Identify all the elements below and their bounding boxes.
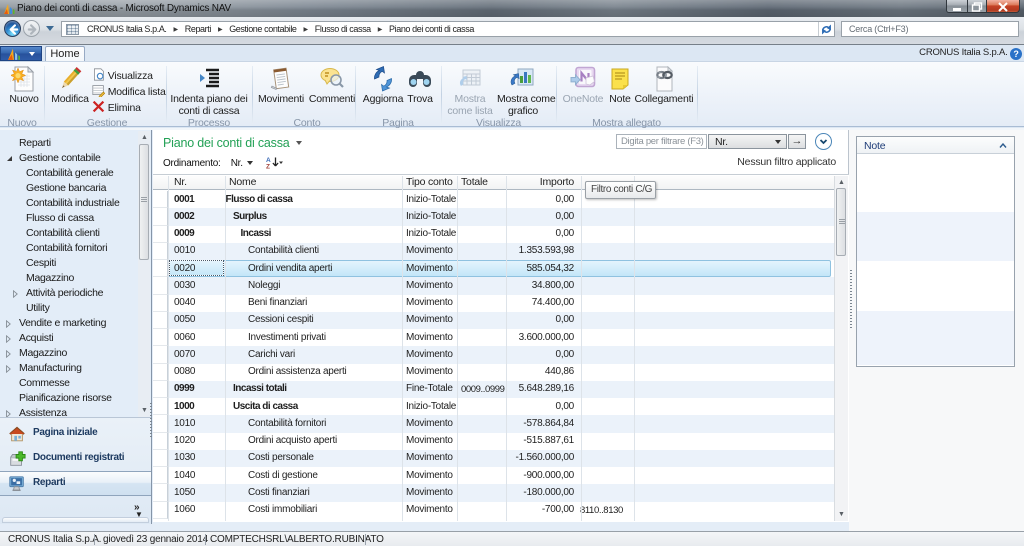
svg-text:Z: Z [266, 164, 270, 170]
